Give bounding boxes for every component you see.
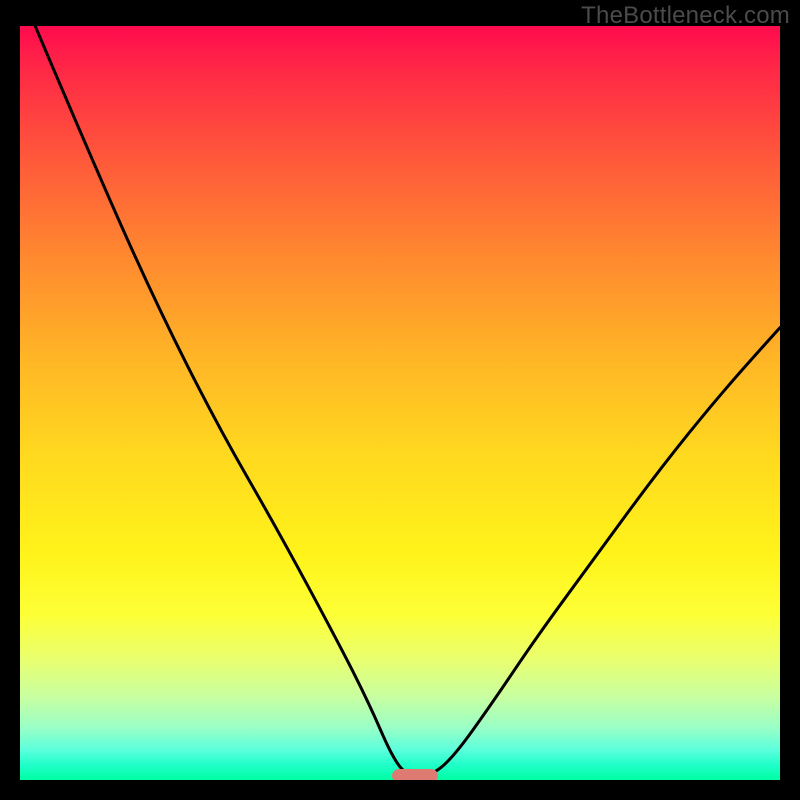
chart-frame: TheBottleneck.com xyxy=(0,0,800,800)
curve-svg xyxy=(20,26,780,780)
plot-area xyxy=(20,26,780,780)
watermark-text: TheBottleneck.com xyxy=(581,2,790,30)
optimal-marker xyxy=(392,769,438,780)
bottleneck-curve xyxy=(35,26,780,776)
